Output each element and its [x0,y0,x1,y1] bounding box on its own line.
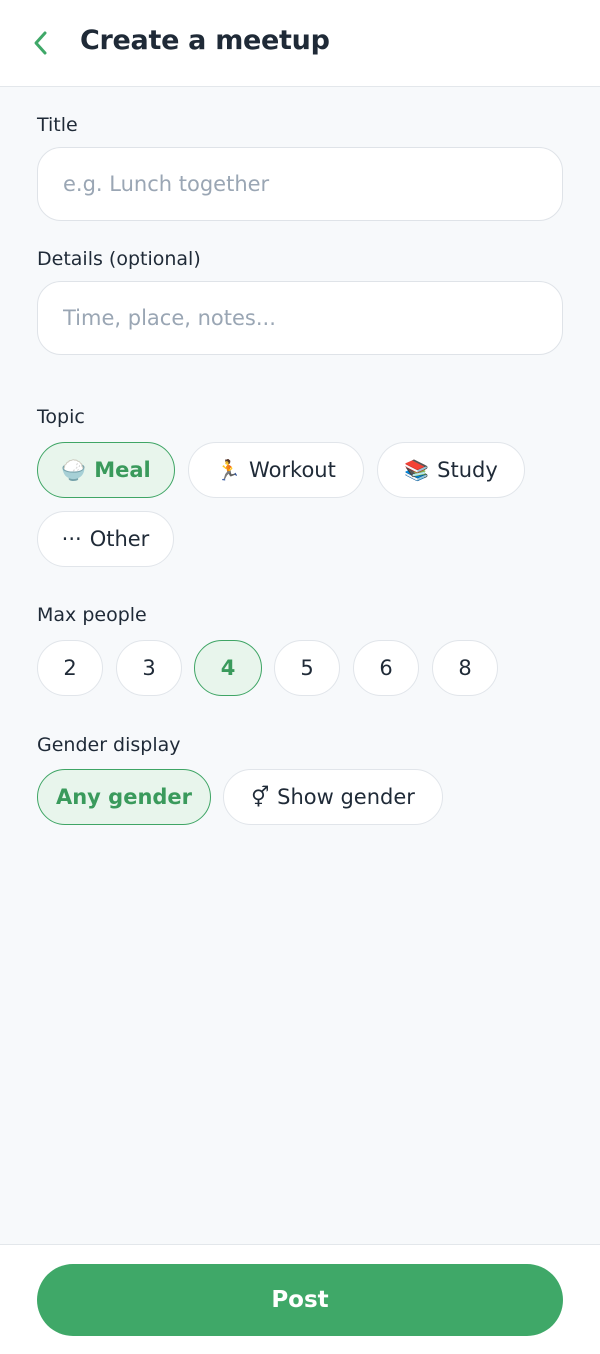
gender-display-label: Gender display [37,734,181,756]
max-people-option-8[interactable]: 8 [432,640,498,696]
topic-label: Topic [37,406,85,428]
footer-bar: Post [0,1244,600,1354]
books-icon: 📚 [404,458,430,482]
topic-chip-label: Workout [249,458,336,482]
app-header: Create a meetup [0,0,600,87]
more-icon: ··· [61,527,82,551]
max-people-option-6[interactable]: 6 [353,640,419,696]
page-title: Create a meetup [80,25,330,56]
gender-option-label: Show gender [277,785,415,809]
topic-chip-workout[interactable]: 🏃 Workout [188,442,364,498]
max-people-option-3[interactable]: 3 [116,640,182,696]
topic-chip-label: Other [89,527,150,551]
topic-chip-meal[interactable]: 🍚 Meal [37,442,175,498]
post-button[interactable]: Post [37,1264,563,1336]
title-input[interactable] [37,147,563,221]
details-label: Details (optional) [37,248,201,270]
gender-icon: ⚥ [251,785,270,809]
gender-option-any[interactable]: Any gender [37,769,211,825]
topic-chip-label: Meal [94,458,151,482]
max-people-option-5[interactable]: 5 [274,640,340,696]
back-button[interactable] [26,27,56,59]
max-people-label: Max people [37,604,147,626]
details-input[interactable] [37,281,563,355]
gender-option-show[interactable]: ⚥ Show gender [223,769,443,825]
title-label: Title [37,114,78,136]
topic-chip-label: Study [437,458,498,482]
chevron-left-icon [34,31,47,55]
gender-option-label: Any gender [55,785,193,809]
rice-bowl-icon: 🍚 [61,458,87,482]
max-people-option-4[interactable]: 4 [194,640,262,696]
topic-chip-other[interactable]: ··· Other [37,511,174,567]
running-icon: 🏃 [216,458,242,482]
topic-chip-study[interactable]: 📚 Study [377,442,525,498]
max-people-option-2[interactable]: 2 [37,640,103,696]
